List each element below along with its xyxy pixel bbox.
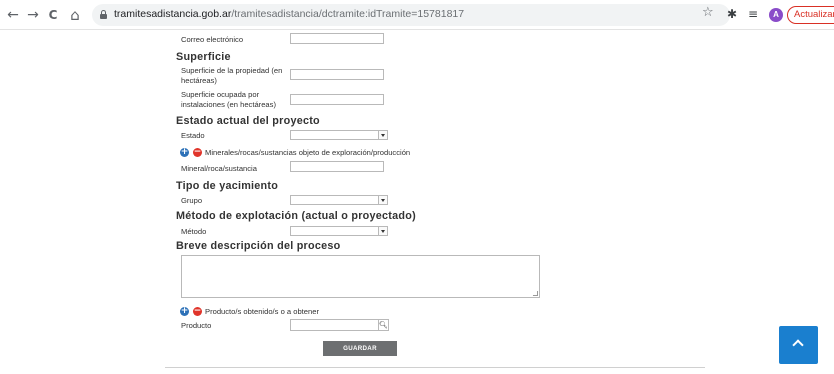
producto-search-input[interactable]: 🔍︎ bbox=[290, 319, 389, 331]
productos-label: Producto/s obtenido/s o a obtener bbox=[205, 307, 319, 316]
producto-label: Producto bbox=[181, 321, 212, 330]
metodo-select[interactable] bbox=[290, 226, 388, 236]
home-icon[interactable]: ⌂ bbox=[66, 6, 84, 24]
descripcion-heading: Breve descripción del proceso bbox=[176, 240, 341, 252]
extensions-puzzle-icon[interactable]: ✱ bbox=[727, 7, 737, 21]
lock-icon bbox=[100, 10, 107, 19]
guardar-button[interactable]: GUARDAR bbox=[323, 341, 397, 356]
correo-input[interactable] bbox=[290, 33, 384, 44]
url-path: /tramitesadistancia/dctramite:idTramite=… bbox=[231, 8, 465, 20]
dropdown-arrow-icon bbox=[378, 196, 387, 204]
estado-select[interactable] bbox=[290, 130, 388, 140]
remove-producto-icon[interactable]: − bbox=[193, 307, 202, 316]
sup-ocupada-input[interactable] bbox=[290, 94, 384, 105]
add-mineral-icon[interactable]: + bbox=[180, 148, 189, 157]
browser-toolbar: ← → C ⌂ tramitesadistancia.gob.ar/tramit… bbox=[0, 0, 834, 30]
chevron-up-icon bbox=[792, 339, 804, 351]
url-text: tramitesadistancia.gob.ar/tramitesadista… bbox=[114, 8, 464, 20]
yacimiento-heading: Tipo de yacimiento bbox=[176, 180, 279, 192]
scroll-to-top-button[interactable] bbox=[779, 326, 818, 364]
metodo-heading: Método de explotación (actual o proyecta… bbox=[176, 210, 416, 222]
sup-ocupada-label: Superficie ocupada por instalaciones (en… bbox=[181, 90, 276, 109]
page-divider bbox=[165, 367, 705, 368]
minerales-label: Minerales/rocas/sustancias objeto de exp… bbox=[205, 148, 411, 157]
profile-avatar[interactable]: A bbox=[769, 8, 783, 22]
mineral-label: Mineral/roca/sustancia bbox=[181, 164, 257, 173]
metodo-label: Método bbox=[181, 227, 207, 236]
correo-label: Correo electrónico bbox=[181, 35, 244, 44]
bookmark-star-icon[interactable]: ☆ bbox=[702, 5, 714, 20]
reload-icon[interactable]: C bbox=[44, 6, 62, 24]
superficie-heading: Superficie bbox=[176, 51, 231, 63]
mineral-input[interactable] bbox=[290, 161, 384, 172]
estado-label: Estado bbox=[181, 131, 205, 140]
remove-mineral-icon[interactable]: − bbox=[193, 148, 202, 157]
update-button[interactable]: Actualizar bbox=[787, 6, 834, 24]
sup-propiedad-input[interactable] bbox=[290, 69, 384, 80]
dropdown-arrow-icon bbox=[378, 227, 387, 235]
back-arrow-icon[interactable]: ← bbox=[4, 6, 22, 24]
resize-grip-icon[interactable] bbox=[532, 291, 539, 296]
search-icon[interactable]: 🔍︎ bbox=[378, 320, 388, 330]
grupo-select[interactable] bbox=[290, 195, 388, 205]
estado-heading: Estado actual del proyecto bbox=[176, 115, 320, 127]
address-bar[interactable]: tramitesadistancia.gob.ar/tramitesadista… bbox=[92, 4, 730, 26]
add-producto-icon[interactable]: + bbox=[180, 307, 189, 316]
url-host: tramitesadistancia.gob.ar bbox=[114, 8, 232, 20]
reading-list-icon[interactable]: ≡ bbox=[748, 7, 758, 21]
descripcion-textarea[interactable] bbox=[181, 255, 540, 298]
grupo-label: Grupo bbox=[181, 196, 203, 205]
sup-propiedad-label: Superficie de la propiedad (en hectáreas… bbox=[181, 66, 283, 85]
forward-arrow-icon[interactable]: → bbox=[24, 6, 42, 24]
dropdown-arrow-icon bbox=[378, 131, 387, 139]
